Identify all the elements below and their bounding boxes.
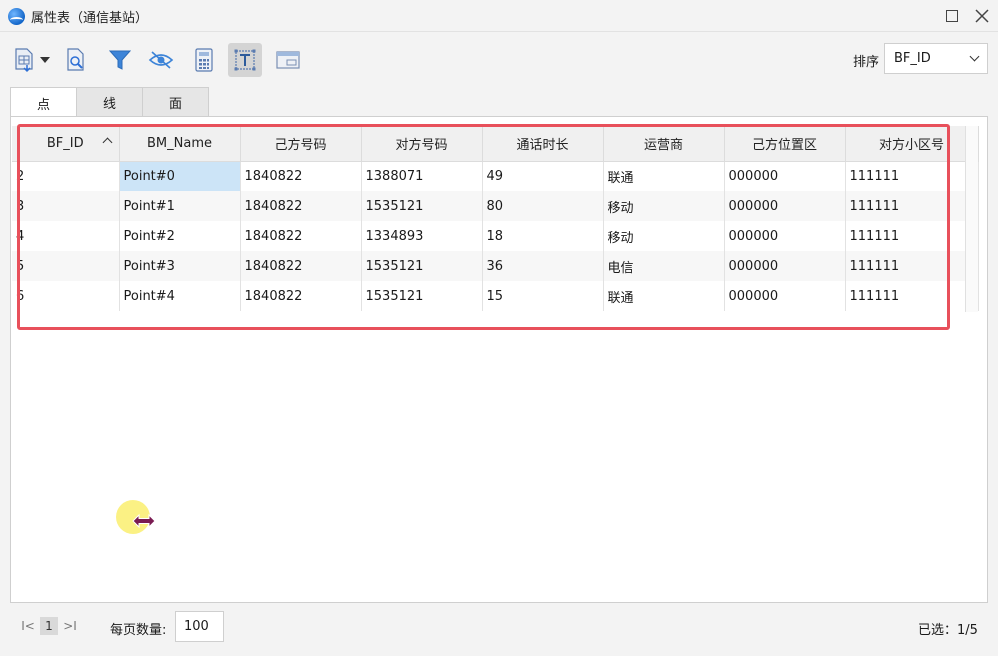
- toolbar: [0, 33, 998, 85]
- table-cell[interactable]: 3: [12, 191, 120, 221]
- column-header-bf-id[interactable]: BF_ID: [12, 126, 120, 162]
- close-icon: [975, 8, 989, 23]
- export-button[interactable]: [8, 43, 42, 77]
- attribute-grid[interactable]: BF_ID BM_Name 己方号码 对方号码 通话时长 运营商 己方位置区 对…: [12, 126, 979, 312]
- window-title: 属性表（通信基站）: [31, 11, 149, 26]
- resize-horizontal-cursor-icon: [132, 513, 156, 529]
- table-cell[interactable]: 5: [12, 251, 120, 281]
- table-cell[interactable]: 1334893: [361, 221, 483, 251]
- export-icon: [15, 48, 33, 73]
- table-cell[interactable]: 6: [12, 281, 120, 311]
- table-cell[interactable]: 1535121: [361, 281, 483, 311]
- table-cell[interactable]: Point#2: [119, 221, 241, 251]
- table-cell[interactable]: 1840822: [240, 281, 362, 311]
- table-cell[interactable]: 联通: [603, 161, 725, 191]
- column-header-other-number[interactable]: 对方号码: [361, 126, 483, 162]
- table-cell[interactable]: 80: [482, 191, 604, 221]
- column-header-other-cell-id[interactable]: 对方小区号: [845, 126, 979, 162]
- table-cell[interactable]: 111111: [845, 221, 979, 251]
- maximize-icon: [946, 9, 958, 22]
- tab-polygon[interactable]: 面: [142, 87, 209, 117]
- column-header-call-duration[interactable]: 通话时长: [482, 126, 604, 162]
- visibility-button[interactable]: [144, 43, 178, 77]
- last-page-button[interactable]: >I: [63, 618, 77, 634]
- table-cell[interactable]: 111111: [845, 251, 979, 281]
- table-cell[interactable]: 移动: [603, 221, 725, 251]
- table-cell[interactable]: Point#4: [119, 281, 241, 311]
- vertical-scrollbar[interactable]: [965, 126, 978, 312]
- chevron-down-icon: [969, 51, 980, 62]
- table-cell[interactable]: 111111: [845, 281, 979, 311]
- table-cell[interactable]: 111111: [845, 191, 979, 221]
- visibility-icon: [148, 51, 174, 69]
- maximize-button[interactable]: [937, 0, 967, 31]
- calculator-button[interactable]: [187, 43, 221, 77]
- table-cell[interactable]: 111111: [845, 161, 979, 191]
- table-cell[interactable]: 1840822: [240, 191, 362, 221]
- table-row[interactable]: 6 Point#4 1840822 1535121 15 联通 000000 1…: [12, 281, 979, 311]
- table-cell-selected[interactable]: Point#0: [119, 161, 241, 191]
- table-cell[interactable]: 000000: [724, 281, 846, 311]
- pagination: I< 1 >I: [21, 617, 77, 635]
- export-dropdown-caret-icon[interactable]: [40, 57, 50, 63]
- table-cell[interactable]: Point#3: [119, 251, 241, 281]
- table-cell[interactable]: 2: [12, 161, 120, 191]
- column-header-own-number[interactable]: 己方号码: [240, 126, 362, 162]
- text-field-icon: [234, 49, 256, 71]
- sort-field-value: BF_ID: [894, 51, 931, 66]
- sort-label: 排序: [853, 55, 880, 70]
- tab-line[interactable]: 线: [76, 87, 143, 117]
- current-page[interactable]: 1: [40, 617, 58, 635]
- column-header-bm-name[interactable]: BM_Name: [119, 126, 241, 162]
- filter-button[interactable]: [103, 43, 137, 77]
- text-field-button[interactable]: [228, 43, 262, 77]
- table-cell[interactable]: Point#1: [119, 191, 241, 221]
- screen-icon: [276, 51, 300, 69]
- sort-field-select[interactable]: BF_ID: [884, 43, 988, 74]
- filter-icon: [108, 50, 132, 70]
- screen-button[interactable]: [271, 43, 305, 77]
- title-bar: 属性表（通信基站）: [0, 0, 998, 32]
- table-row[interactable]: 4 Point#2 1840822 1334893 18 移动 000000 1…: [12, 221, 979, 251]
- table-cell[interactable]: 1535121: [361, 191, 483, 221]
- header-row: BF_ID BM_Name 己方号码 对方号码 通话时长 运营商 己方位置区 对…: [12, 126, 979, 162]
- table-row[interactable]: 5 Point#3 1840822 1535121 36 电信 000000 1…: [12, 251, 979, 281]
- table-cell[interactable]: 49: [482, 161, 604, 191]
- app-logo-icon: [8, 8, 25, 25]
- geometry-tabs: 点 线 面: [10, 87, 209, 118]
- table-cell[interactable]: 1840822: [240, 251, 362, 281]
- per-page-input[interactable]: 100: [175, 611, 224, 642]
- table-cell[interactable]: 联通: [603, 281, 725, 311]
- table-row[interactable]: 3 Point#1 1840822 1535121 80 移动 000000 1…: [12, 191, 979, 221]
- search-doc-icon: [67, 48, 84, 71]
- per-page-label: 每页数量:: [110, 623, 167, 638]
- column-header-own-location-area[interactable]: 己方位置区: [724, 126, 846, 162]
- table-cell[interactable]: 1535121: [361, 251, 483, 281]
- first-page-button[interactable]: I<: [21, 618, 35, 634]
- calculator-icon: [195, 48, 213, 72]
- table-cell[interactable]: 1388071: [361, 161, 483, 191]
- table-cell[interactable]: 1840822: [240, 161, 362, 191]
- table-cell[interactable]: 18: [482, 221, 604, 251]
- tab-point[interactable]: 点: [10, 87, 77, 118]
- table-cell[interactable]: 4: [12, 221, 120, 251]
- column-header-carrier[interactable]: 运营商: [603, 126, 725, 162]
- attribute-table-window: 属性表（通信基站） 排序 BF_ID 点 线 面 BF_ID BM_Name 己…: [0, 0, 998, 656]
- table-cell[interactable]: 36: [482, 251, 604, 281]
- table-cell[interactable]: 000000: [724, 251, 846, 281]
- table-row[interactable]: 2 Point#0 1840822 1388071 49 联通 000000 1…: [12, 161, 979, 191]
- zoom-to-button[interactable]: [59, 43, 93, 77]
- table-cell[interactable]: 电信: [603, 251, 725, 281]
- table-cell[interactable]: 000000: [724, 221, 846, 251]
- selected-count: 已选：1/5: [918, 623, 978, 638]
- table-cell[interactable]: 000000: [724, 191, 846, 221]
- table-cell[interactable]: 移动: [603, 191, 725, 221]
- table-cell[interactable]: 000000: [724, 161, 846, 191]
- table-cell[interactable]: 15: [482, 281, 604, 311]
- close-button[interactable]: [967, 0, 997, 31]
- sort-ascending-icon: [102, 137, 112, 148]
- table-cell[interactable]: 1840822: [240, 221, 362, 251]
